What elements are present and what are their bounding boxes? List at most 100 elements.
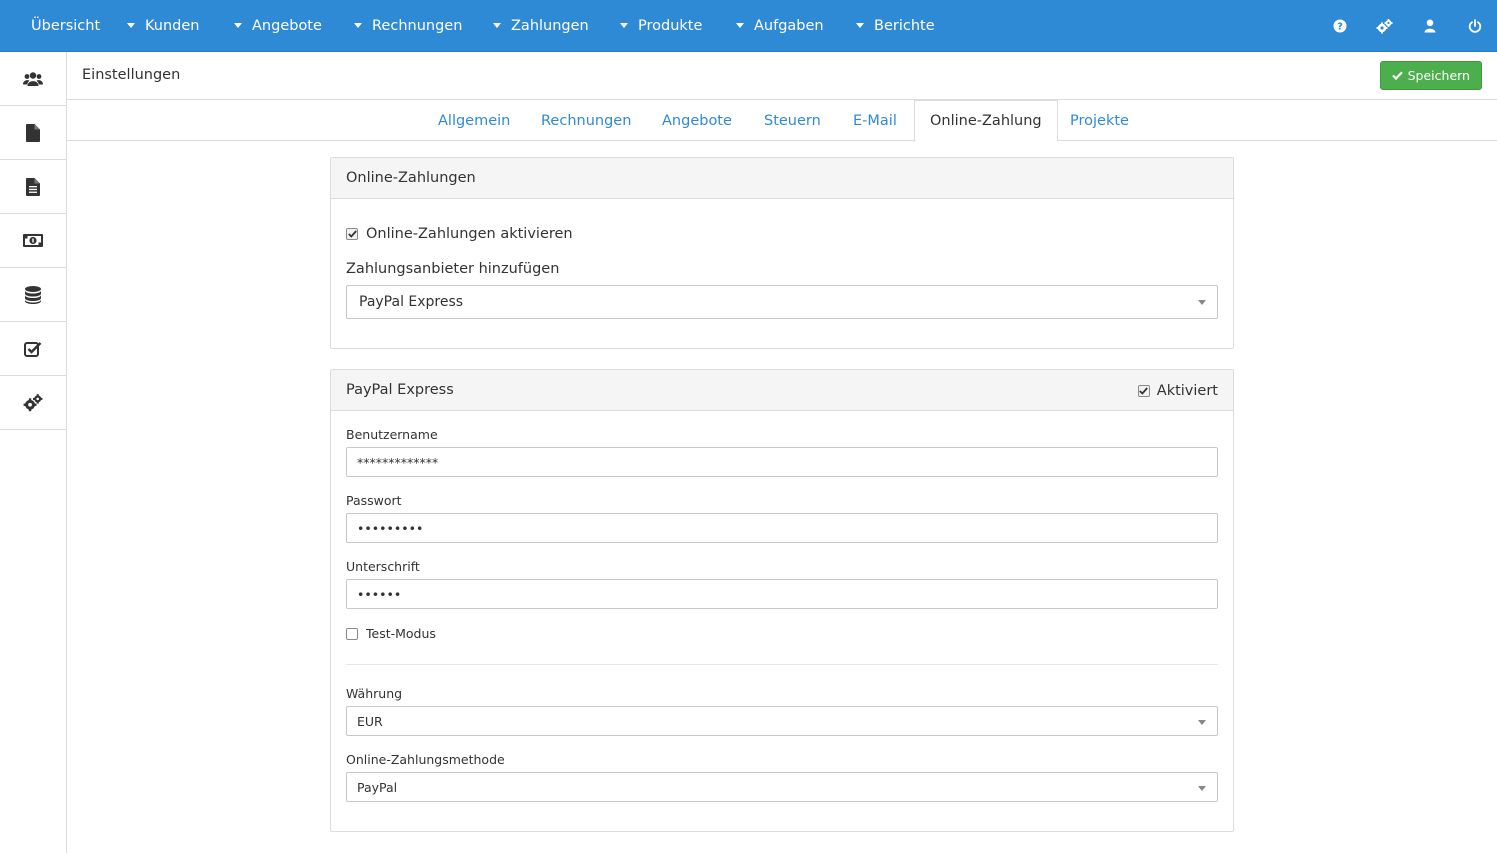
page-header: Einstellungen Speichern [67,52,1497,100]
sidebar-item-invoices[interactable] [0,160,66,214]
clients-icon [23,71,43,86]
currency-select-value: EUR [357,713,383,729]
test-mode-label: Test-Modus [366,626,436,641]
check-square-icon [24,341,42,357]
caret-down-icon [1198,720,1206,725]
sidebar-item-payments[interactable] [0,214,66,268]
settings-icon[interactable] [1362,0,1407,52]
panel-title: Online-Zahlungen [346,170,476,186]
paypal-express-panel: PayPal Express Aktiviert Benutzername **… [330,369,1234,832]
nav-label: Produkte [638,17,703,34]
nav-kunden[interactable]: Kunden [127,0,199,52]
username-value: ************* [357,454,439,470]
password-input[interactable]: ••••••••• [346,513,1218,543]
password-label: Passwort [346,493,402,508]
signature-input[interactable]: •••••• [346,579,1218,609]
tab-rechnungen[interactable]: Rechnungen [526,100,646,141]
nav-label: Kunden [145,17,200,34]
sidebar-item-quotes[interactable] [0,106,66,160]
tab-label: Online-Zahlung [930,113,1042,129]
payment-method-select-value: PayPal [357,779,398,795]
tab-steuern[interactable]: Steuern [749,100,836,141]
check-icon [1391,71,1403,80]
caret-down-icon [620,23,628,28]
test-mode-checkbox[interactable] [346,627,358,640]
tab-email[interactable]: E-Mail [838,100,912,141]
power-icon[interactable] [1452,0,1497,52]
currency-select[interactable]: EUR [346,706,1218,736]
help-icon[interactable]: ? [1317,0,1362,52]
caret-down-icon [493,23,501,28]
provider-select-value: PayPal Express [359,294,464,310]
enable-online-payments-label: Online-Zahlungen aktivieren [366,226,573,242]
top-navbar: Übersicht Kunden Angebote Rechnungen Zah… [0,0,1497,52]
tab-label: E-Mail [853,112,897,129]
tab-label: Steuern [764,112,821,129]
sidebar-item-products[interactable] [0,268,66,322]
save-button[interactable]: Speichern [1379,61,1482,90]
tab-label: Rechnungen [541,112,632,129]
settings-tabs: Allgemein Rechnungen Angebote Steuern E-… [67,100,1497,142]
nav-rechnungen[interactable]: Rechnungen [354,0,462,52]
page-title: Einstellungen [82,67,181,83]
currency-label: Währung [346,686,403,701]
caret-down-icon [736,23,744,28]
divider [346,664,1218,665]
sidebar-item-clients[interactable] [0,52,66,106]
signature-label: Unterschrift [346,559,420,574]
caret-down-icon [856,23,864,28]
panel-heading: PayPal Express Aktiviert [331,370,1233,411]
nav-angebote[interactable]: Angebote [234,0,322,52]
username-input[interactable]: ************* [346,447,1218,477]
provider-select[interactable]: PayPal Express [346,285,1218,319]
username-label: Benutzername [346,427,438,442]
sidebar [0,52,67,853]
nav-zahlungen[interactable]: Zahlungen [493,0,589,52]
nav-produkte[interactable]: Produkte [620,0,702,52]
nav-aufgaben[interactable]: Aufgaben [736,0,824,52]
tab-allgemein[interactable]: Allgemein [423,100,525,141]
money-icon [23,234,43,247]
signature-value: •••••• [357,586,402,602]
sidebar-item-settings[interactable] [0,376,66,430]
tab-label: Angebote [662,112,732,129]
caret-down-icon [1198,786,1206,791]
nav-label: Angebote [252,17,322,34]
tab-angebote[interactable]: Angebote [647,100,747,141]
tab-label: Projekte [1070,112,1129,129]
file-icon [26,123,40,142]
file-text-icon [26,177,40,196]
nav-label: Rechnungen [372,17,463,34]
caret-down-icon [234,23,242,28]
tab-online-zahlung[interactable]: Online-Zahlung [914,100,1058,142]
settings-icon [23,393,43,411]
payment-method-label: Online-Zahlungsmethode [346,752,505,767]
password-value: ••••••••• [357,520,424,536]
active-label: Aktiviert [1156,382,1218,399]
nav-right-icons: ? [1317,0,1497,52]
tab-projekte[interactable]: Projekte [1055,100,1144,141]
nav-berichte[interactable]: Berichte [856,0,935,52]
caret-down-icon [354,23,362,28]
user-icon[interactable] [1407,0,1452,52]
nav-label: Aufgaben [754,17,824,34]
nav-label: Übersicht [31,17,101,34]
caret-down-icon [1198,300,1206,305]
active-toggle[interactable]: Aktiviert [1137,370,1218,411]
active-checkbox[interactable] [1137,384,1150,397]
enable-online-payments[interactable]: Online-Zahlungen aktivieren [346,226,573,242]
caret-down-icon [127,23,135,28]
save-button-label: Speichern [1407,68,1470,83]
nav-label: Berichte [874,17,935,34]
enable-online-payments-checkbox[interactable] [346,228,358,240]
nav-uebersicht[interactable]: Übersicht [31,0,100,52]
nav-label: Zahlungen [511,17,589,34]
provider-label: Zahlungsanbieter hinzufügen [346,261,560,277]
payment-method-select[interactable]: PayPal [346,772,1218,802]
tab-label: Allgemein [438,112,511,129]
test-mode[interactable]: Test-Modus [346,626,436,641]
panel-heading: Online-Zahlungen [331,158,1233,199]
sidebar-item-tasks[interactable] [0,322,66,376]
online-payments-panel: Online-Zahlungen Online-Zahlungen aktivi… [330,157,1234,349]
database-icon [25,285,41,304]
